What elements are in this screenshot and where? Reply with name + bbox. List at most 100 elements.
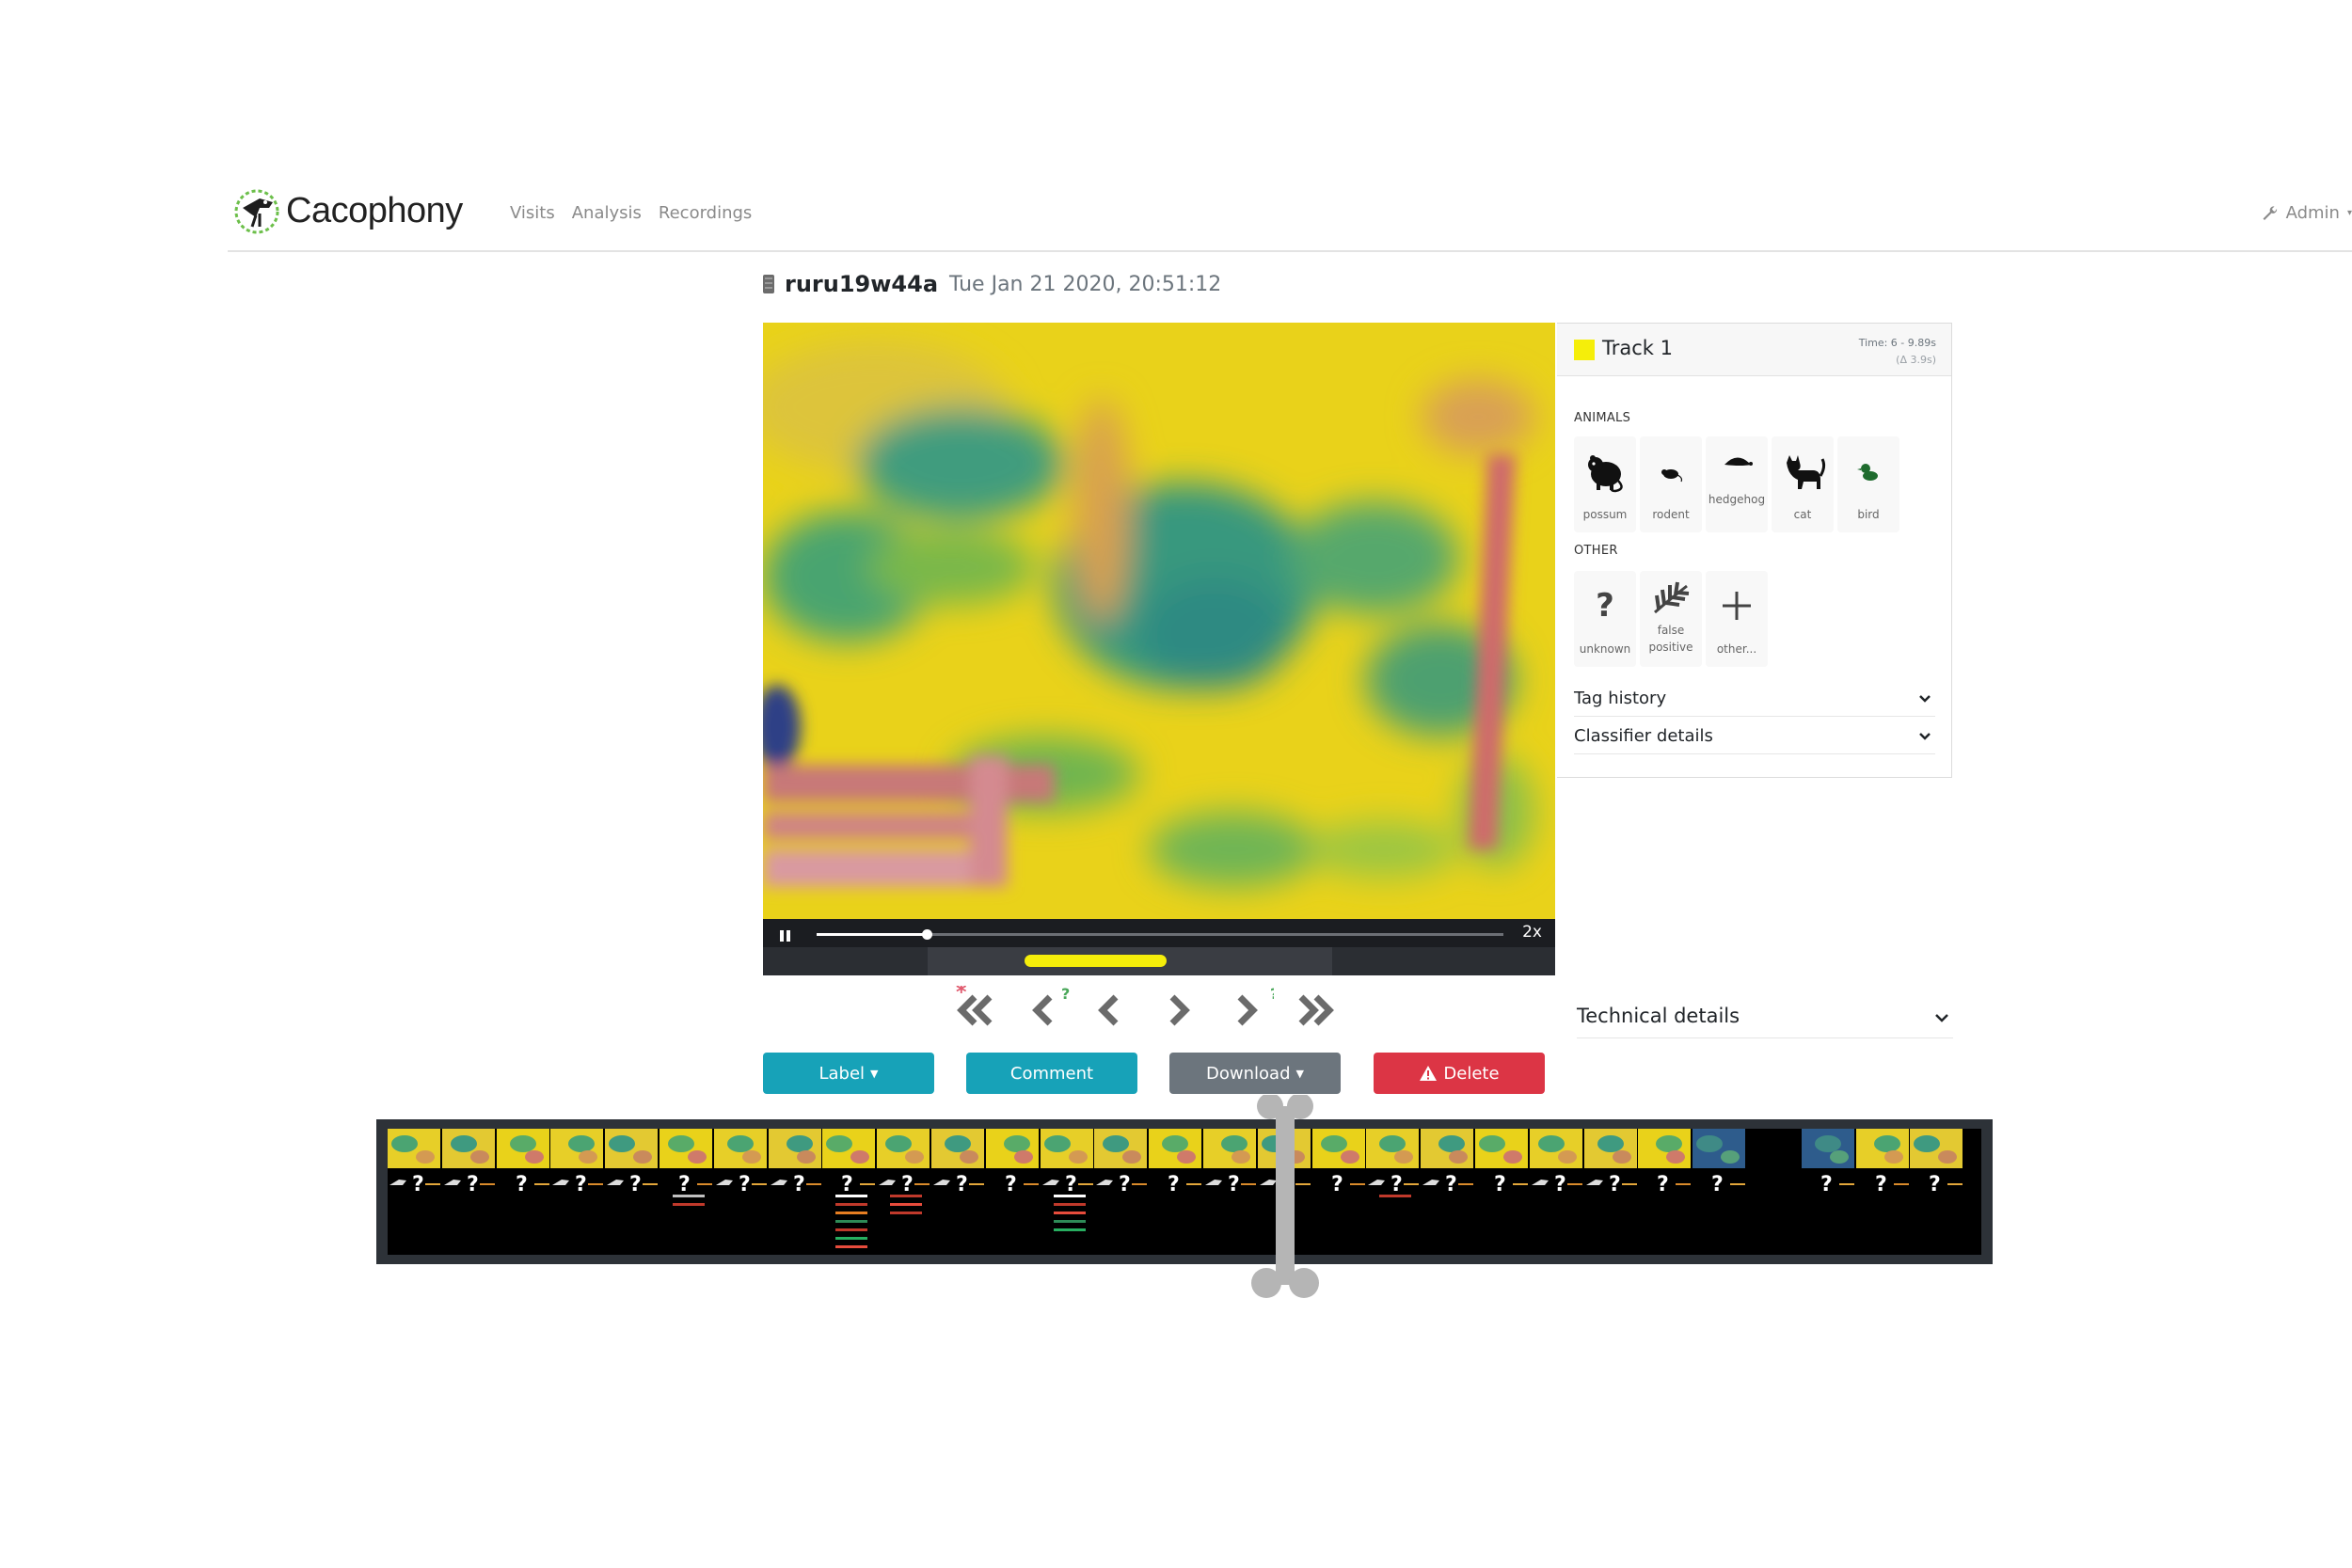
thumbnail-tag-icons: ?: [550, 1172, 607, 1200]
track-1-timeline-bar[interactable]: [1024, 955, 1168, 967]
svg-text:?: ?: [901, 1173, 914, 1196]
plus-icon: [1723, 592, 1751, 620]
admin-menu[interactable]: Admin ▾: [2262, 203, 2352, 223]
track-time-delta: (Δ 3.9s): [1896, 354, 1936, 366]
caret-down-icon: ▼: [1295, 1067, 1304, 1080]
thumbnail-tag-lines: [1379, 1195, 1412, 1203]
thumbnail-tag-icons: ?: [1530, 1172, 1586, 1200]
nav-link-recordings[interactable]: Recordings: [659, 203, 752, 223]
tag-other-button[interactable]: other...: [1706, 571, 1768, 667]
thumbnail-tag-lines: [890, 1195, 923, 1220]
recording-thumbnail[interactable]: [550, 1129, 604, 1168]
svg-text:?: ?: [1875, 1173, 1887, 1196]
classifier-details-toggle[interactable]: Classifier details: [1574, 719, 1935, 754]
tag-history-toggle[interactable]: Tag history: [1574, 681, 1935, 717]
tag-cat-button[interactable]: cat: [1772, 436, 1834, 532]
recording-thumbnail[interactable]: [985, 1129, 1039, 1168]
recording-thumbnail[interactable]: [768, 1129, 821, 1168]
recording-thumbnail[interactable]: [1475, 1129, 1528, 1168]
download-button[interactable]: Download ▼: [1169, 1053, 1341, 1094]
prev-recording-unknown-button[interactable]: ?: [1016, 985, 1073, 1035]
prev-recording-untagged-button[interactable]: *: [950, 981, 1007, 1035]
recording-thumbnail[interactable]: [388, 1129, 440, 1168]
recording-thumbnail[interactable]: [1692, 1129, 1746, 1168]
svg-text:?: ?: [1596, 587, 1614, 625]
recording-header: ruru19w44a Tue Jan 21 2020, 20:51:12: [762, 271, 1221, 297]
svg-text:?: ?: [629, 1173, 642, 1196]
track-title: Track 1: [1602, 337, 1673, 359]
recording-thumbnail[interactable]: [1149, 1129, 1202, 1168]
svg-text:?: ?: [1228, 1173, 1240, 1196]
recording-thumbnail[interactable]: [1366, 1129, 1420, 1168]
recording-thumbnail[interactable]: [1583, 1129, 1637, 1168]
svg-text:?: ?: [841, 1173, 853, 1196]
thumbnail-tag-icons: ?: [1910, 1172, 1966, 1200]
recording-thumbnail[interactable]: [496, 1129, 549, 1168]
device-name[interactable]: ruru19w44a: [785, 271, 938, 297]
tag-bird-button[interactable]: bird: [1837, 436, 1899, 532]
next-recording-unknown-button[interactable]: ?: [1217, 985, 1279, 1035]
thumbnail-tag-icons: ?: [986, 1172, 1042, 1200]
comment-button[interactable]: Comment: [966, 1053, 1137, 1094]
svg-text:?: ?: [1005, 1173, 1017, 1196]
tag-history-label: Tag history: [1574, 689, 1667, 708]
svg-text:?: ?: [739, 1173, 751, 1196]
thumbnail-tag-icons: ?: [769, 1172, 825, 1200]
nav-link-analysis[interactable]: Analysis: [572, 203, 642, 223]
chevron-down-icon: [1935, 1014, 1948, 1022]
recording-thumbnail[interactable]: [931, 1129, 984, 1168]
tag-bird-label: bird: [1857, 508, 1880, 521]
track-timeline: [763, 947, 1555, 975]
tag-rodent-button[interactable]: rodent: [1640, 436, 1702, 532]
recording-thumbnail[interactable]: [1855, 1129, 1909, 1168]
svg-text:?: ?: [1168, 1173, 1180, 1196]
technical-details-toggle[interactable]: Technical details: [1577, 1001, 1953, 1038]
label-button[interactable]: Label ▼: [763, 1053, 934, 1094]
tag-hedgehog-label: hedgehog: [1708, 493, 1766, 506]
tag-false-positive-button[interactable]: false positive: [1640, 571, 1702, 667]
svg-text:?: ?: [467, 1173, 479, 1196]
recording-thumbnail[interactable]: [1529, 1129, 1582, 1168]
recording-thumbnail[interactable]: [1638, 1129, 1692, 1168]
chevron-right-icon: *: [1298, 981, 1352, 1026]
recording-thumbnail[interactable]: [605, 1129, 659, 1168]
nav-links: Visits Analysis Recordings: [510, 203, 752, 223]
delete-button[interactable]: Delete: [1374, 1053, 1545, 1094]
recording-thumbnail[interactable]: [1421, 1129, 1474, 1168]
rodent-icon: [1661, 469, 1683, 483]
progress-knob[interactable]: [921, 929, 932, 940]
recording-datetime: Tue Jan 21 2020, 20:51:12: [949, 272, 1222, 296]
label-button-text: Label: [818, 1063, 866, 1084]
pause-button[interactable]: [776, 925, 795, 947]
svg-text:?: ?: [1065, 1173, 1077, 1196]
device-icon: [763, 275, 774, 293]
brand-logo[interactable]: Cacophony: [231, 184, 463, 237]
recording-thumbnail[interactable]: [1040, 1129, 1093, 1168]
other-heading: OTHER: [1574, 544, 1618, 558]
recording-thumbnail[interactable]: [822, 1129, 876, 1168]
nav-link-visits[interactable]: Visits: [510, 203, 555, 223]
thermal-video[interactable]: [763, 323, 1555, 919]
playback-speed[interactable]: 2x: [1522, 923, 1542, 942]
recording-thumbnail[interactable]: [1801, 1129, 1854, 1168]
thumbnail-tag-icons: ?: [714, 1172, 771, 1200]
thumbnail-tag-lines: [673, 1195, 705, 1212]
tag-hedgehog-button[interactable]: hedgehog: [1706, 436, 1768, 532]
next-recording-untagged-button[interactable]: *: [1284, 981, 1352, 1035]
progress-bar[interactable]: [817, 929, 1503, 940]
nav-marker: ?: [1270, 986, 1274, 1003]
recording-thumbnail[interactable]: [660, 1129, 712, 1168]
tag-possum-button[interactable]: possum: [1574, 436, 1636, 532]
recording-thumbnail[interactable]: [713, 1129, 767, 1168]
recording-thumbnail[interactable]: [877, 1129, 930, 1168]
prev-recording-button[interactable]: [1082, 986, 1138, 1035]
recording-thumbnail[interactable]: [441, 1129, 495, 1168]
recording-thumbnail[interactable]: [1910, 1129, 1963, 1168]
tag-unknown-button[interactable]: ? unknown: [1574, 571, 1636, 667]
track-header[interactable]: Track 1 Time: 6 - 9.89s (Δ 3.9s): [1557, 324, 1951, 376]
svg-text:?: ?: [1445, 1173, 1457, 1196]
recording-thumbnail[interactable]: [1094, 1129, 1148, 1168]
svg-text:?: ?: [1119, 1173, 1131, 1196]
next-recording-button[interactable]: [1150, 986, 1206, 1035]
chevron-left-icon: ?: [1032, 985, 1070, 1026]
